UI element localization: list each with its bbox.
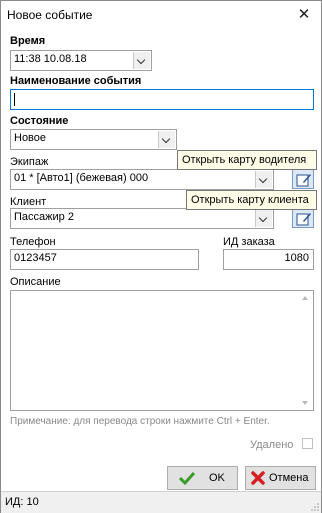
phone-label: Телефон [10, 236, 56, 248]
scroll-down-icon[interactable] [302, 401, 308, 405]
chevron-down-icon[interactable] [255, 210, 272, 227]
client-select[interactable]: Пассажир 2 [10, 208, 274, 229]
ok-button[interactable]: OK [167, 466, 238, 490]
chevron-down-icon[interactable] [133, 52, 150, 69]
client-label: Клиент [10, 196, 47, 208]
description-textarea[interactable] [10, 290, 314, 411]
dialog-window: Новое событие ✕ Время 11:38 10.08.18 Наи… [0, 0, 322, 513]
chevron-down-icon[interactable] [255, 171, 272, 188]
resize-grip-icon[interactable] [311, 503, 319, 511]
newline-hint: Примечание: для перевода строки нажмите … [10, 416, 270, 427]
event-name-label: Наименование события [10, 75, 142, 87]
time-value: 11:38 10.08.18 [14, 53, 87, 65]
close-icon[interactable]: ✕ [293, 4, 315, 26]
scroll-up-icon[interactable] [302, 296, 308, 300]
state-select[interactable]: Новое [10, 129, 177, 150]
deleted-label: Удалено [250, 439, 294, 451]
checkmark-icon [179, 471, 195, 485]
order-id-input[interactable]: 1080 [223, 249, 314, 270]
red-x-icon [251, 471, 265, 485]
open-client-map-button[interactable] [292, 208, 314, 228]
map-edit-icon [296, 213, 311, 226]
open-driver-map-button[interactable] [292, 169, 314, 189]
text-caret [14, 93, 15, 106]
crew-value: 01 * [Авто1] (бежевая) 000 [14, 172, 149, 184]
state-value: Новое [14, 132, 47, 144]
cancel-button[interactable]: Отмена [245, 466, 316, 490]
map-edit-icon [296, 174, 311, 187]
cancel-label: Отмена [269, 472, 309, 484]
window-title: Новое событие [7, 8, 93, 22]
state-label: Состояние [10, 115, 69, 127]
status-bar: ИД: 10 [1, 491, 321, 513]
deleted-checkbox[interactable] [302, 438, 313, 449]
client-value: Пассажир 2 [14, 211, 74, 223]
crew-select[interactable]: 01 * [Авто1] (бежевая) 000 [10, 169, 274, 190]
description-scrollbar[interactable] [298, 292, 312, 409]
ok-label: OK [209, 472, 225, 484]
description-label: Описание [10, 276, 61, 288]
record-id: ИД: 10 [5, 496, 39, 508]
event-name-input[interactable] [10, 89, 314, 110]
crew-label: Экипаж [10, 156, 49, 168]
client-map-tooltip: Открыть карту клиента [186, 190, 317, 210]
order-id-label: ИД заказа [223, 236, 275, 248]
phone-value: 0123457 [14, 252, 57, 264]
title-bar: Новое событие ✕ [1, 1, 321, 29]
driver-map-tooltip: Открыть карту водителя [177, 150, 317, 170]
chevron-down-icon[interactable] [158, 131, 175, 148]
phone-input[interactable]: 0123457 [10, 249, 199, 270]
order-id-value: 1080 [284, 252, 309, 264]
time-label: Время [10, 35, 46, 47]
time-select[interactable]: 11:38 10.08.18 [10, 50, 152, 71]
